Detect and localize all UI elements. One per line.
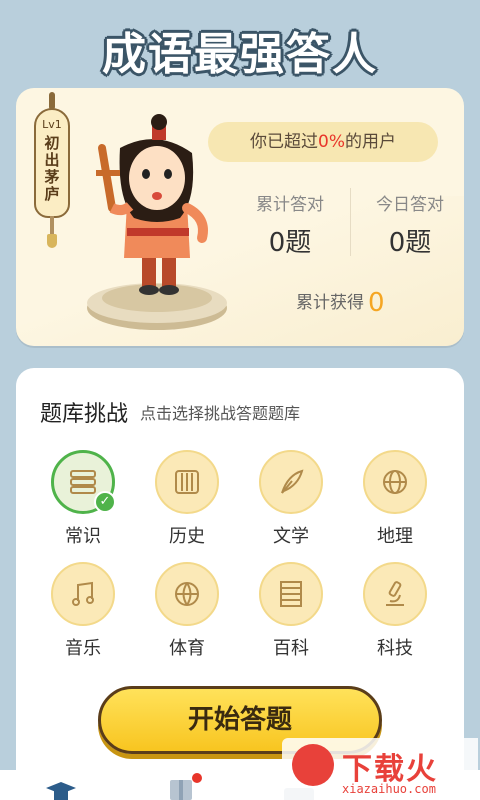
check-icon: ✓ bbox=[94, 491, 116, 513]
profile-card: Lv1 初出茅庐 你已超过0%的用户 累计答对 0题 今日答对 0题 累计获得 0 bbox=[16, 88, 464, 346]
level-label: Lv1 bbox=[42, 118, 62, 131]
category-sports[interactable]: 体育 bbox=[142, 562, 232, 660]
challenge-title: 题库挑战 bbox=[40, 402, 129, 427]
total-gained: 累计获得 0 bbox=[296, 288, 385, 318]
total-correct-label: 累计答对 bbox=[256, 195, 324, 215]
scroll-icon bbox=[175, 470, 199, 494]
level-scroll: Lv1 初出茅庐 bbox=[34, 108, 70, 218]
quill-icon bbox=[281, 469, 304, 494]
category-geography[interactable]: 地理 bbox=[350, 450, 440, 548]
music-note-icon bbox=[72, 581, 94, 606]
watermark: 下载火 xiazaihuo.com bbox=[282, 738, 478, 800]
tassel-icon bbox=[47, 234, 57, 248]
notification-dot bbox=[192, 773, 202, 783]
category-technology[interactable]: 科技 bbox=[350, 562, 440, 660]
category-literature[interactable]: 文学 bbox=[246, 450, 336, 548]
today-correct-value: 0题 bbox=[388, 228, 432, 258]
category-common-sense[interactable]: ✓ 常识 bbox=[38, 450, 128, 548]
category-history[interactable]: 历史 bbox=[142, 450, 232, 548]
basketball-icon bbox=[175, 582, 199, 606]
abacus-icon bbox=[280, 581, 302, 607]
total-gained-value: 0 bbox=[368, 288, 385, 318]
category-encyclopedia[interactable]: 百科 bbox=[246, 562, 336, 660]
watermark-logo bbox=[292, 744, 334, 786]
globe-icon bbox=[383, 470, 407, 494]
microscope-icon bbox=[386, 581, 404, 606]
total-correct-value: 0题 bbox=[268, 228, 312, 258]
graduation-cap-icon[interactable] bbox=[44, 780, 78, 800]
app-title: 成语最强答人 bbox=[102, 29, 378, 80]
beat-percent-pill: 你已超过0%的用户 bbox=[208, 122, 438, 162]
rank-title: 初出茅庐 bbox=[44, 134, 60, 203]
category-music[interactable]: 音乐 bbox=[38, 562, 128, 660]
challenge-subtitle: 点击选择挑战答题题库 bbox=[140, 404, 301, 423]
today-correct-label: 今日答对 bbox=[376, 195, 444, 215]
beat-percent: 0% bbox=[318, 132, 345, 152]
books-icon bbox=[70, 470, 96, 494]
